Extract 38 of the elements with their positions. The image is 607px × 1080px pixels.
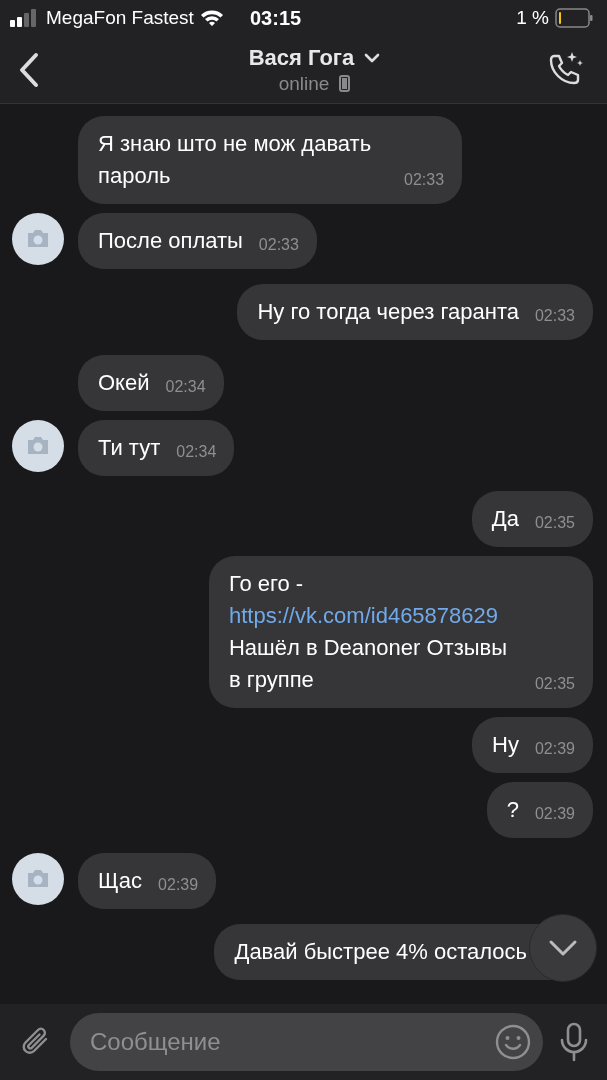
- message-time: 02:39: [158, 875, 199, 895]
- battery-percent: 1 %: [516, 7, 549, 29]
- back-button[interactable]: [18, 51, 40, 88]
- clock: 03:15: [250, 6, 302, 30]
- message-time: 02:33: [404, 170, 445, 190]
- message-time: 02:34: [176, 442, 217, 462]
- message-time: 02:33: [258, 235, 299, 255]
- message-text: Ну: [492, 731, 519, 759]
- message-text: Щас: [98, 867, 143, 895]
- avatar-camera-icon[interactable]: [12, 213, 64, 265]
- online-status: online: [278, 72, 330, 95]
- message-text: Я знаю што не мож давать пароль: [98, 130, 373, 190]
- message-time: 02:35: [534, 513, 575, 533]
- message-time: 02:39: [534, 739, 575, 759]
- chevron-down-icon: [548, 939, 578, 957]
- message-time: 02:35: [534, 674, 575, 694]
- message-text: Ну го тогда через гаранта: [257, 298, 519, 326]
- message-text: Ти тут: [98, 434, 161, 462]
- message-input[interactable]: Сообщение: [70, 1013, 543, 1071]
- avatar-camera-icon[interactable]: [12, 853, 64, 905]
- wifi-icon: [199, 9, 224, 27]
- phone-device-icon: [339, 75, 351, 92]
- message-time: 02:39: [534, 804, 575, 824]
- battery-icon: [555, 8, 593, 28]
- message-text: ?: [506, 796, 519, 824]
- emoji-icon[interactable]: [495, 1024, 531, 1060]
- message-text: Давай быстрее 4% осталось: [234, 938, 527, 966]
- microphone-icon[interactable]: [559, 1022, 589, 1062]
- message-text: Окей: [98, 369, 150, 397]
- message-time: 02:34: [165, 377, 206, 397]
- avatar-camera-icon[interactable]: [12, 420, 64, 472]
- message-time: 02:33: [534, 306, 575, 326]
- carrier-name: MegaFon Fastest: [46, 7, 194, 29]
- message-text: После оплаты: [98, 227, 243, 255]
- message-text: Го его - https://vk.com/id465878629 Нашёл в Deanoner Отзывы в группе: [228, 570, 509, 694]
- contact-name[interactable]: Вася Гога: [248, 44, 355, 71]
- message-text: Да: [491, 505, 519, 533]
- chevron-down-icon[interactable]: [364, 52, 381, 63]
